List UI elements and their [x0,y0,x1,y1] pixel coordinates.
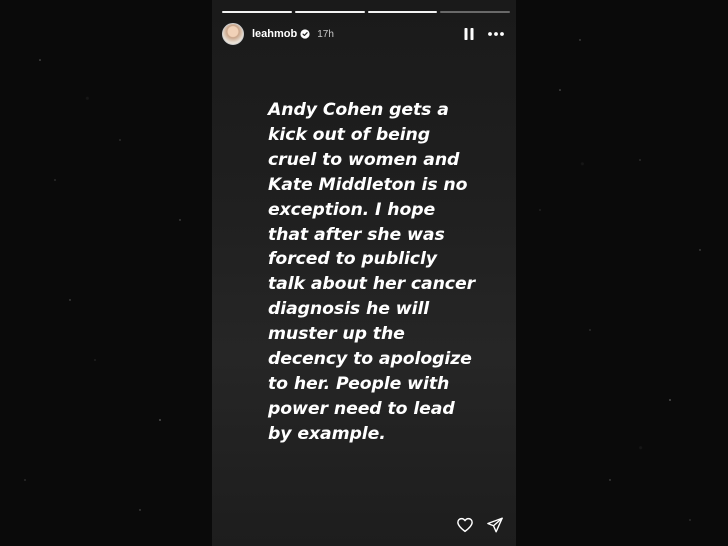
story-caption: Andy Cohen gets a kick out of being crue… [268,98,483,447]
progress-segment [294,11,365,13]
caption-line: exception. I hope [268,199,436,220]
caption-line: kick out of being [268,124,431,145]
story-progress-bar [222,11,510,13]
caption-line: that after she was [268,224,445,245]
caption-line: cruel to women and [268,149,460,170]
story-actions [456,516,504,534]
progress-segment [440,11,510,13]
more-options-icon [488,32,504,36]
avatar[interactable] [222,23,244,45]
username[interactable]: leahmob [252,28,297,40]
caption-line: talk about her cancer [268,274,475,295]
verified-badge-icon [300,29,310,39]
send-icon[interactable] [486,516,504,534]
caption-line: power need to lead [268,398,455,419]
caption-line: Andy Cohen gets a [268,100,449,120]
caption-line: to her. People with [268,373,450,394]
caption-line: muster up the [268,324,405,345]
progress-segment [367,11,438,13]
heart-icon[interactable] [456,516,474,534]
pause-icon [464,28,474,40]
caption-line: decency to apologize [268,349,472,370]
story-card: leahmob 17h Andy Cohen gets a kick out o… [212,0,516,546]
caption-line: Kate Middleton is no [268,174,468,195]
caption-line: diagnosis he will [268,299,430,320]
caption-line: by example. [268,423,386,444]
story-header: leahmob 17h [222,22,506,46]
post-time: 17h [317,28,334,40]
pause-button[interactable] [460,25,478,43]
more-options-button[interactable] [486,25,506,43]
progress-segment [222,11,292,13]
caption-line: forced to publicly [268,249,437,270]
